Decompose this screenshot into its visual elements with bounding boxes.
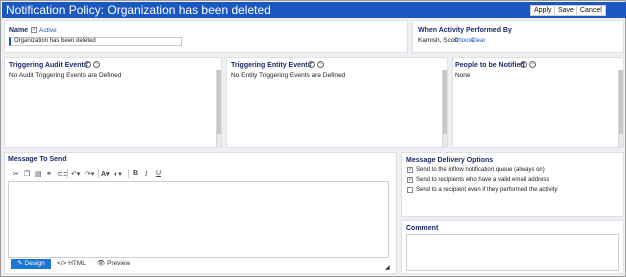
underline-icon[interactable]: U: [156, 170, 161, 177]
resize-grip-icon[interactable]: ◢: [385, 264, 390, 271]
apply-button[interactable]: Apply: [530, 5, 556, 16]
activity-person: Kamish, Scott: [418, 37, 459, 44]
notified-panel: People to be Notified + − None: [452, 57, 624, 148]
bold-icon[interactable]: B: [133, 170, 138, 177]
delivery-panel: Message Delivery Options ✓ Send to the i…: [401, 152, 624, 217]
paste-icon[interactable]: ▤: [35, 170, 42, 178]
audit-events-panel: Triggering Audit Events + − No Audit Tri…: [4, 57, 222, 148]
add-audit-event-icon[interactable]: +: [84, 61, 91, 68]
font-color-icon[interactable]: A▾: [101, 170, 110, 178]
entity-events-panel: Triggering Entity Events + − No Entity T…: [226, 57, 448, 148]
comment-textarea[interactable]: [406, 234, 619, 271]
delivery-option-label: Send to recipients who have a valid emai…: [416, 177, 550, 183]
notified-scrollbar[interactable]: [618, 70, 623, 147]
undo-icon[interactable]: ↶▾: [71, 170, 80, 178]
add-entity-event-icon[interactable]: +: [308, 61, 315, 68]
notified-label: People to be Notified: [455, 62, 525, 69]
message-label: Message To Send: [8, 156, 67, 163]
delivery-label: Message Delivery Options: [406, 157, 494, 164]
entity-events-empty: No Entity Triggering Events are Defined: [231, 72, 346, 79]
notified-empty: None: [455, 72, 471, 79]
comment-panel: Comment: [401, 220, 624, 274]
active-checkbox[interactable]: ✓: [31, 27, 37, 33]
title-bar: Notification Policy: Organization has be…: [2, 2, 626, 18]
audit-events-label: Triggering Audit Events: [9, 62, 88, 69]
cancel-button[interactable]: Cancel: [576, 5, 606, 16]
remove-entity-event-icon[interactable]: −: [317, 61, 324, 68]
activity-label: When Activity Performed By: [418, 27, 512, 34]
name-label: Name: [9, 27, 29, 34]
delivery-option-checkbox[interactable]: ✓: [407, 177, 413, 183]
save-button[interactable]: Save: [554, 5, 578, 16]
redo-icon[interactable]: ↷▾: [85, 170, 94, 178]
clear-link[interactable]: Clear: [471, 38, 485, 44]
entity-events-label: Triggering Entity Events: [231, 62, 312, 69]
name-panel: Name ✓ Active Organization has been dele…: [4, 20, 408, 53]
highlight-icon[interactable]: ◐▾: [114, 170, 122, 178]
cut-icon[interactable]: ✂: [13, 170, 19, 178]
comment-label: Comment: [406, 225, 439, 232]
remove-audit-event-icon[interactable]: −: [93, 61, 100, 68]
window: Notification Policy: Organization has be…: [0, 0, 626, 277]
add-person-icon[interactable]: +: [520, 61, 527, 68]
delivery-option-label: Send to a recipient even if they perform…: [416, 187, 558, 193]
audit-events-empty: No Audit Triggering Events are Defined: [9, 72, 122, 79]
audit-events-scrollbar[interactable]: [216, 70, 221, 147]
remove-person-icon[interactable]: −: [529, 61, 536, 68]
italic-icon[interactable]: I: [145, 170, 147, 178]
name-input[interactable]: Organization has been deleted: [9, 37, 182, 46]
delivery-option-checkbox[interactable]: ✓: [407, 167, 413, 173]
delivery-option-checkbox[interactable]: [407, 187, 413, 193]
tab-design[interactable]: ✎ Design: [11, 259, 51, 269]
tab-html[interactable]: </> HTML: [57, 259, 86, 269]
copy-icon[interactable]: ❐: [24, 170, 30, 178]
active-label: Active: [39, 27, 57, 34]
window-title: Notification Policy: Organization has be…: [6, 3, 271, 17]
tab-preview-label: Preview: [107, 260, 131, 267]
delivery-option-label: Send to the inflow notification queue (a…: [416, 167, 545, 173]
entity-events-scrollbar[interactable]: [442, 70, 447, 147]
message-editor[interactable]: [8, 181, 389, 258]
link-icon[interactable]: ⚭: [46, 170, 52, 178]
tab-preview[interactable]: 👁 Preview: [97, 259, 130, 269]
tab-design-label: Design: [24, 260, 45, 267]
tab-html-label: HTML: [68, 260, 86, 267]
activity-panel: When Activity Performed By Kamish, Scott…: [412, 20, 624, 53]
